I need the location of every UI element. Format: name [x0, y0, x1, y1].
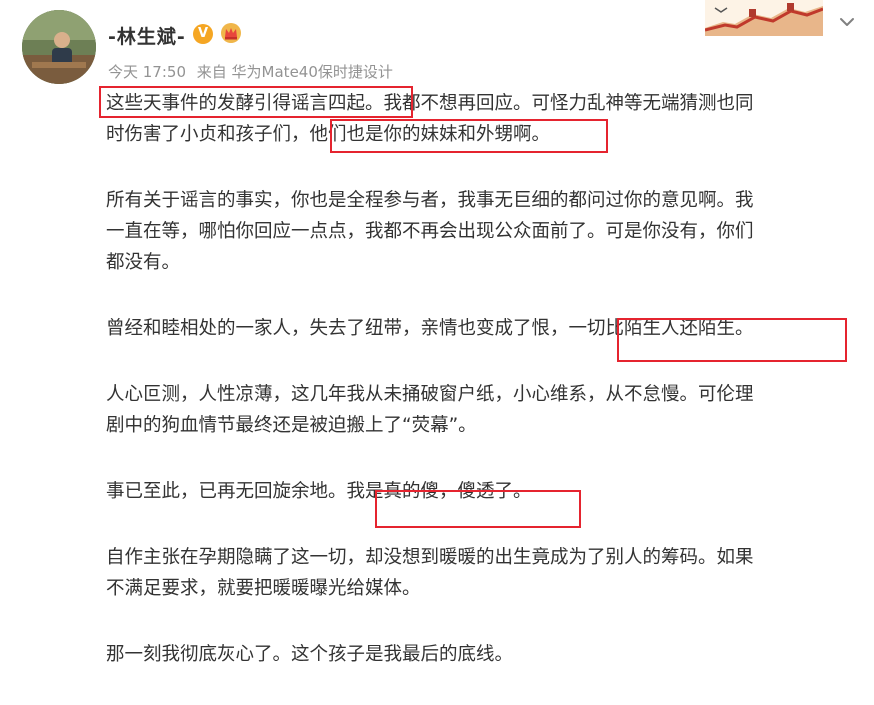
text-line: 不满足要求，就要把暖暖曝光给媒体。 [106, 578, 421, 599]
text-line: 那一刻我彻底灰心了。这个孩子是我最后的底线。 [106, 644, 514, 665]
paragraph: 那一刻我彻底灰心了。这个孩子是我最后的底线。 [106, 639, 866, 670]
username[interactable]: -林生斌- [108, 22, 186, 49]
vip-crown-icon[interactable] [220, 22, 242, 44]
post-time[interactable]: 今天 17:50 [108, 63, 186, 81]
post-meta: 今天 17:50 来自 华为Mate40保时捷设计 [108, 61, 399, 82]
highlight-box-foolish [375, 490, 581, 528]
text-line: 自作主张在孕期隐瞒了这一切，却没想到暖暖的出生竟成为了别人的筹码。如果 [106, 547, 754, 568]
post-body: 这些天事件的发酵引得谣言四起。我都不想再回应。可怪力乱神等无端猜测也同 时伤害了… [106, 88, 866, 705]
highlight-box-sister-nephew [330, 119, 608, 153]
great-wall-banner-icon [705, 0, 823, 36]
paragraph: 自作主张在孕期隐瞒了这一切，却没想到暖暖的出生竟成为了别人的筹码。如果 不满足要… [106, 542, 866, 604]
text-line: 一直在等，哪怕你回应一点点，我都不再会出现公众面前了。可是你没有，你们 [106, 221, 754, 242]
chevron-down-icon[interactable] [836, 11, 858, 33]
verified-v-badge-icon: V [193, 24, 213, 44]
paragraph: 所有关于谣言的事实，你也是全程参与者，我事无巨细的都问过你的意见啊。我 一直在等… [106, 185, 866, 278]
text-line: 都没有。 [106, 252, 181, 273]
text-line: 所有关于谣言的事实，你也是全程参与者，我事无巨细的都问过你的意见啊。我 [106, 190, 754, 211]
post-source: 来自 华为Mate40保时捷设计 [196, 63, 393, 81]
avatar[interactable] [22, 10, 96, 84]
highlight-box-rumors [99, 86, 413, 118]
text-line: 人心叵测，人性凉薄，这几年我从未捅破窗户纸，小心维系，从不怠慢。可伦理 [106, 384, 754, 405]
paragraph: 人心叵测，人性凉薄，这几年我从未捅破窗户纸，小心维系，从不怠慢。可伦理 剧中的狗… [106, 379, 866, 441]
highlight-box-strangers [617, 318, 847, 362]
text-line: 剧中的狗血情节最终还是被迫搬上了“荧幕”。 [106, 415, 477, 436]
